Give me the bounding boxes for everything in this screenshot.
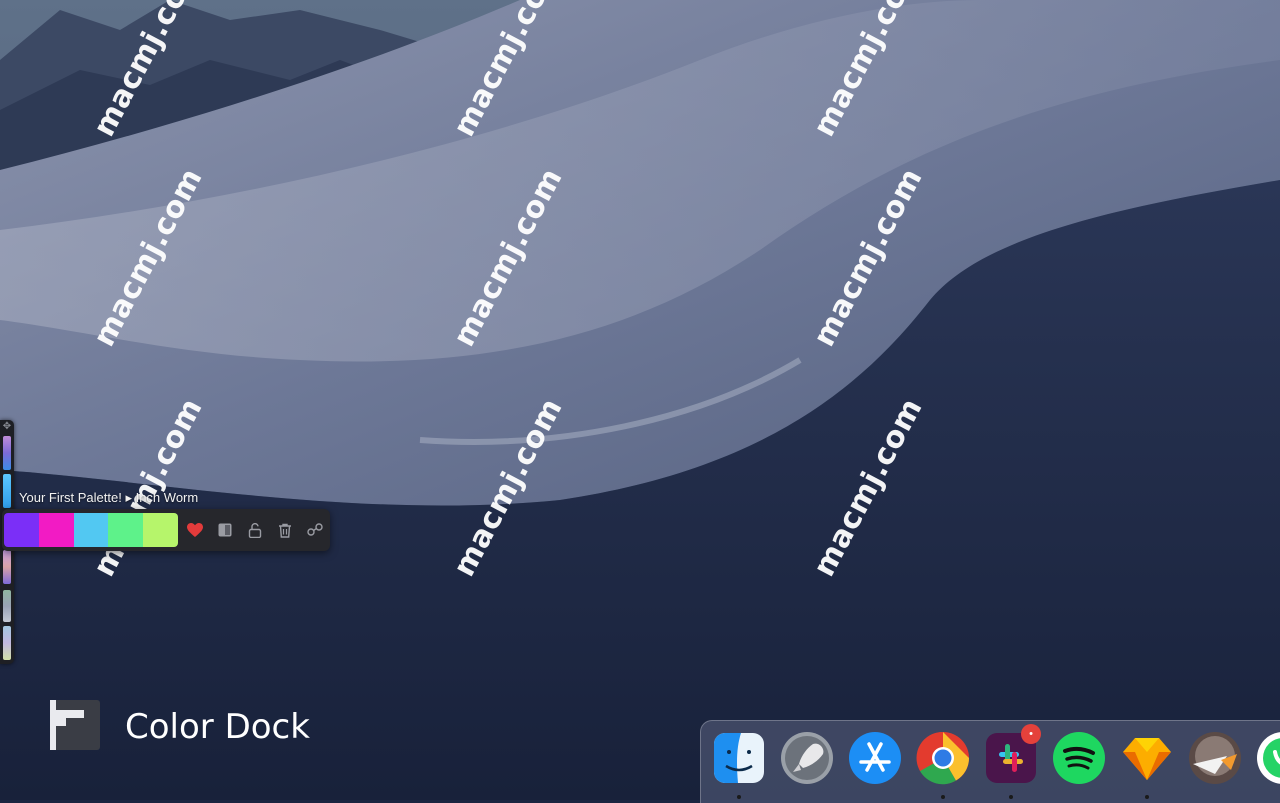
- palette-title: Your First Palette! ▸ Inch Worm: [19, 490, 199, 505]
- palette-toolbar: [2, 509, 330, 551]
- contrast-icon[interactable]: [216, 521, 234, 539]
- strip-swatch[interactable]: [3, 474, 11, 508]
- share-icon[interactable]: [306, 521, 324, 539]
- slack-icon[interactable]: •: [983, 724, 1041, 786]
- running-indicator: [1145, 795, 1149, 799]
- chrome-icon[interactable]: [915, 730, 971, 786]
- color-swatch[interactable]: [143, 513, 178, 547]
- macos-dock: •: [700, 720, 1280, 803]
- trash-icon[interactable]: [276, 521, 294, 539]
- spotify-icon[interactable]: [1051, 730, 1107, 786]
- launchpad-icon[interactable]: [779, 730, 835, 786]
- mail-icon[interactable]: [1187, 730, 1243, 786]
- color-swatch[interactable]: [108, 513, 144, 547]
- strip-swatch[interactable]: [3, 550, 11, 584]
- color-dock-logo: [50, 700, 100, 750]
- sketch-icon[interactable]: [1119, 730, 1175, 786]
- strip-swatch[interactable]: [3, 590, 11, 622]
- move-handle-icon[interactable]: ✥: [2, 422, 12, 432]
- brand-title: Color Dock: [125, 707, 310, 747]
- heart-icon[interactable]: [186, 521, 204, 539]
- palette-swatches: [4, 513, 178, 547]
- whatsapp-icon[interactable]: [1255, 730, 1280, 786]
- finder-icon[interactable]: [711, 730, 767, 786]
- running-indicator: [1009, 795, 1013, 799]
- color-swatch[interactable]: [38, 513, 74, 547]
- lock-icon[interactable]: [246, 521, 264, 539]
- color-swatch[interactable]: [73, 513, 109, 547]
- app-store-icon[interactable]: [847, 730, 903, 786]
- running-indicator: [737, 795, 741, 799]
- running-indicator: [941, 795, 945, 799]
- color-swatch[interactable]: [4, 513, 39, 547]
- notification-badge: •: [1021, 724, 1041, 744]
- strip-swatch[interactable]: [3, 626, 11, 660]
- strip-swatch[interactable]: [3, 436, 11, 470]
